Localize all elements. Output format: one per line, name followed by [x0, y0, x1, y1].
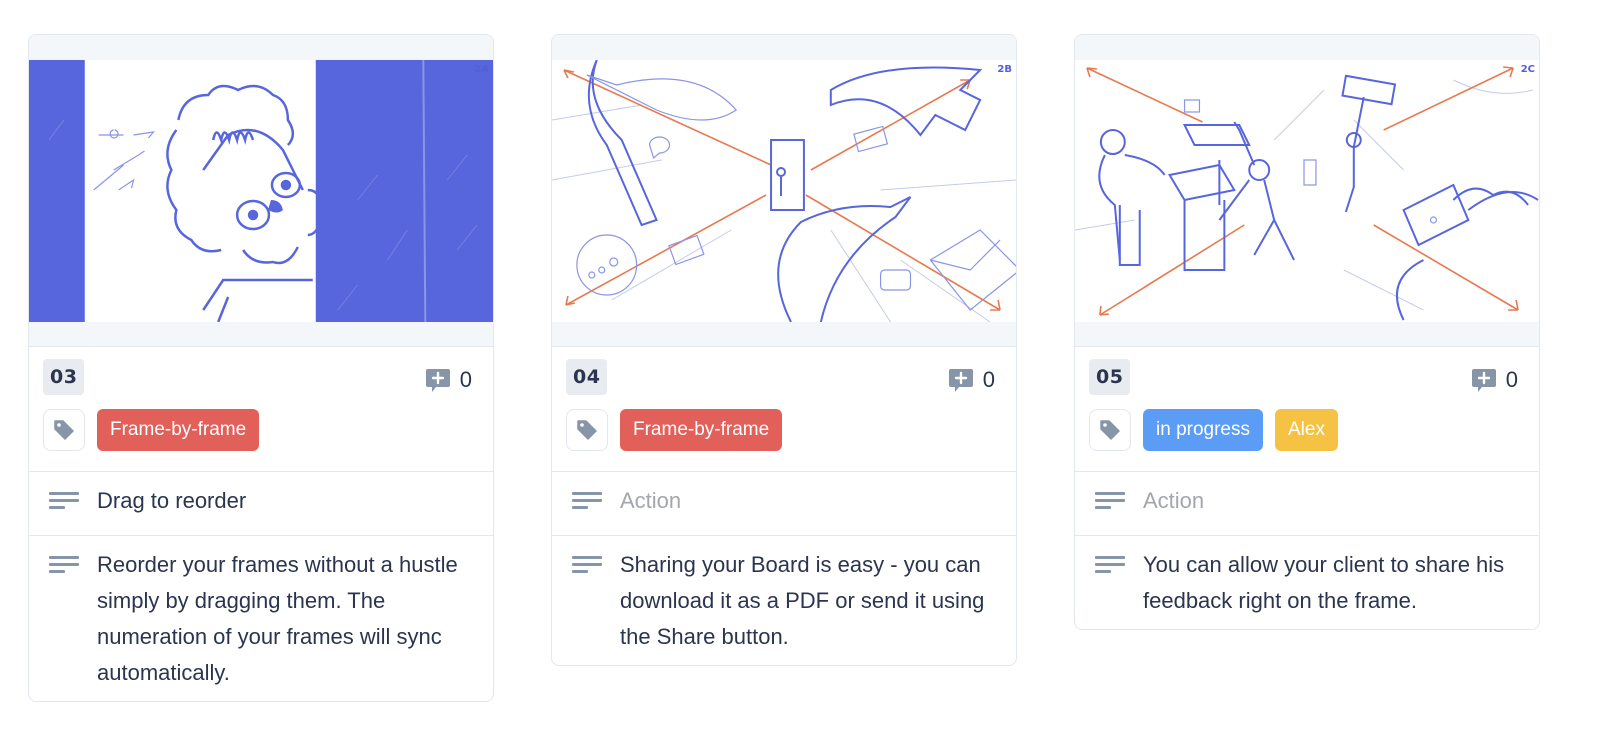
tag-chip[interactable]: Alex	[1275, 409, 1338, 451]
tag-icon	[577, 420, 597, 440]
frame-thumbnail-area: 2C	[1075, 35, 1539, 347]
description-field[interactable]: You can allow your client to share his f…	[1075, 535, 1539, 629]
text-lines-icon	[1095, 556, 1125, 573]
text-lines-icon	[49, 492, 79, 509]
text-lines-icon	[572, 492, 602, 509]
comments-button[interactable]: 0	[948, 367, 995, 393]
tag-list: Frame-by-frame	[566, 409, 1002, 451]
comments-button[interactable]: 0	[425, 367, 472, 393]
scene-label: 2B	[997, 64, 1012, 75]
action-field[interactable]: Action	[1075, 471, 1539, 535]
comments-button[interactable]: 0	[1471, 367, 1518, 393]
action-placeholder[interactable]: Action	[620, 483, 681, 519]
frame-thumbnail-area: 2A	[29, 35, 493, 347]
scene-label: 2A	[474, 64, 489, 75]
frame-image[interactable]: 2B	[552, 60, 1016, 322]
add-tag-button[interactable]	[43, 409, 85, 451]
action-field[interactable]: Action	[552, 471, 1016, 535]
frame-card[interactable]: 2C 05 0 in progress Alex Action You can …	[1074, 34, 1540, 630]
description-text[interactable]: Reorder your frames without a hustle sim…	[97, 547, 473, 691]
add-comment-icon	[425, 369, 450, 392]
comment-count: 0	[459, 367, 472, 392]
add-comment-icon	[1471, 369, 1496, 392]
description-text[interactable]: Sharing your Board is easy - you can dow…	[620, 547, 996, 655]
action-text[interactable]: Drag to reorder	[97, 483, 246, 519]
frame-card[interactable]: 2A 03 0 Frame-by-frame Drag to reorder R…	[28, 34, 494, 702]
frame-meta: 04 0 Frame-by-frame	[552, 347, 1016, 461]
frame-image[interactable]: 2A	[29, 60, 493, 322]
frame-meta: 05 0 in progress Alex	[1075, 347, 1539, 461]
frame-number-badge: 05	[1089, 359, 1131, 395]
frame-meta: 03 0 Frame-by-frame	[29, 347, 493, 461]
frame-thumbnail-area: 2B	[552, 35, 1016, 347]
tag-list: in progress Alex	[1089, 409, 1525, 451]
text-lines-icon	[49, 556, 79, 573]
tag-chip[interactable]: Frame-by-frame	[620, 409, 783, 451]
add-tag-button[interactable]	[566, 409, 608, 451]
scene-label: 2C	[1520, 64, 1535, 75]
tag-chip[interactable]: in progress	[1143, 409, 1263, 451]
description-field[interactable]: Reorder your frames without a hustle sim…	[29, 535, 493, 701]
comment-count: 0	[1505, 367, 1518, 392]
tag-icon	[1100, 420, 1120, 440]
add-tag-button[interactable]	[1089, 409, 1131, 451]
comment-count: 0	[982, 367, 995, 392]
frame-number-badge: 03	[43, 359, 85, 395]
action-placeholder[interactable]: Action	[1143, 483, 1204, 519]
tag-chip[interactable]: Frame-by-frame	[97, 409, 260, 451]
tag-icon	[54, 420, 74, 440]
add-comment-icon	[948, 369, 973, 392]
frame-card[interactable]: 2B 04 0 Frame-by-frame Action Sharing yo…	[551, 34, 1017, 666]
description-text[interactable]: You can allow your client to share his f…	[1143, 547, 1519, 619]
action-field[interactable]: Drag to reorder	[29, 471, 493, 535]
frame-number-badge: 04	[566, 359, 608, 395]
storyboard-grid: 2A 03 0 Frame-by-frame Drag to reorder R…	[28, 34, 1540, 702]
text-lines-icon	[1095, 492, 1125, 509]
text-lines-icon	[572, 556, 602, 573]
frame-image[interactable]: 2C	[1075, 60, 1539, 322]
description-field[interactable]: Sharing your Board is easy - you can dow…	[552, 535, 1016, 665]
tag-list: Frame-by-frame	[43, 409, 479, 451]
